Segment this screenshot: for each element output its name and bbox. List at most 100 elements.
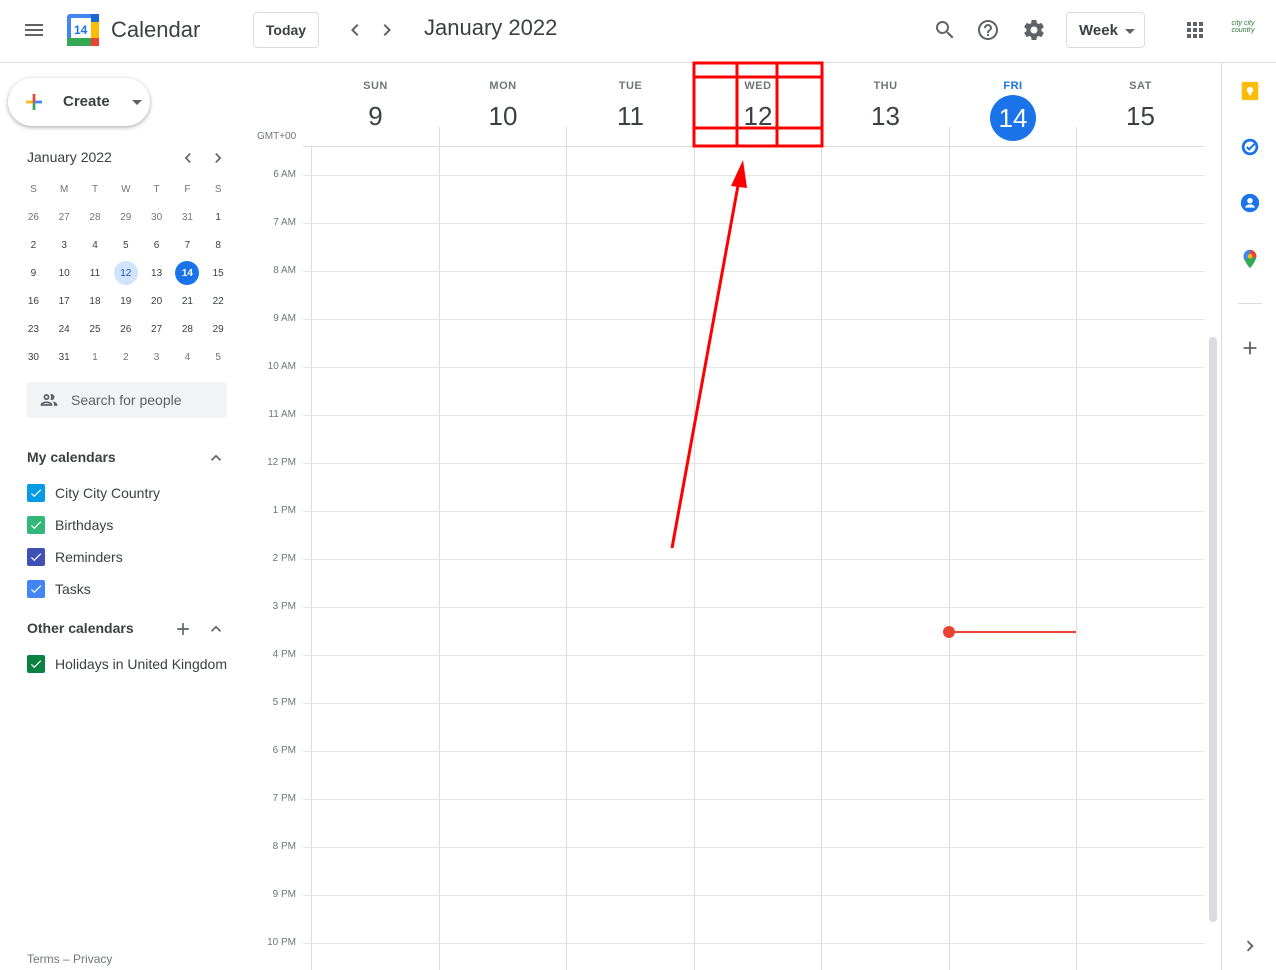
mini-day-cell[interactable]: 25: [80, 316, 111, 342]
calendar-item[interactable]: Holidays in United Kingdom: [27, 652, 237, 676]
mini-day-cell[interactable]: 8: [203, 232, 234, 258]
mini-day-cell[interactable]: 1: [80, 344, 111, 370]
mini-day-cell[interactable]: 15: [203, 260, 234, 286]
view-select[interactable]: Week: [1066, 12, 1145, 48]
main-menu-icon[interactable]: [14, 10, 54, 50]
mini-day-cell[interactable]: 11: [80, 260, 111, 286]
mini-day-cell[interactable]: 23: [18, 316, 49, 342]
mini-day-cell[interactable]: 5: [203, 344, 234, 370]
mini-day-cell[interactable]: 31: [172, 204, 203, 230]
mini-day-cell[interactable]: 3: [49, 232, 80, 258]
mini-day-cell[interactable]: 29: [203, 316, 234, 342]
settings-icon[interactable]: [1014, 10, 1054, 50]
tasks-icon[interactable]: [1238, 135, 1262, 159]
mini-day-cell[interactable]: 5: [110, 232, 141, 258]
mini-day-cell[interactable]: 29: [110, 204, 141, 230]
my-calendars-title[interactable]: My calendars: [27, 449, 116, 465]
calendar-item[interactable]: Birthdays: [27, 513, 237, 537]
contacts-icon[interactable]: [1238, 191, 1262, 215]
mini-day-cell[interactable]: 26: [110, 316, 141, 342]
add-calendar-icon[interactable]: [171, 617, 195, 641]
mini-day-cell[interactable]: 19: [110, 288, 141, 314]
search-icon[interactable]: [925, 10, 965, 50]
chevron-up-icon[interactable]: [204, 617, 228, 641]
mini-day-cell[interactable]: 12: [110, 260, 141, 286]
create-button[interactable]: Create: [8, 78, 150, 126]
help-icon[interactable]: [968, 10, 1008, 50]
scrollbar-thumb[interactable]: [1209, 337, 1217, 922]
day-column-header[interactable]: TUE 11: [567, 63, 694, 147]
add-icon[interactable]: [1238, 336, 1262, 360]
day-number[interactable]: 12: [744, 101, 773, 131]
checkbox-checked-icon[interactable]: [27, 516, 45, 534]
app-title[interactable]: Calendar: [111, 17, 200, 43]
day-of-week-label: FRI: [1003, 80, 1023, 92]
mini-day-number: 3: [153, 351, 160, 363]
day-number[interactable]: 15: [1126, 101, 1155, 131]
mini-day-cell[interactable]: 4: [172, 344, 203, 370]
mini-day-cell[interactable]: 18: [80, 288, 111, 314]
day-column-header[interactable]: MON 10: [440, 63, 567, 147]
calendar-item[interactable]: Reminders: [27, 545, 237, 569]
chevron-up-icon[interactable]: [204, 446, 228, 470]
mini-day-cell[interactable]: 2: [110, 344, 141, 370]
mini-day-cell[interactable]: 17: [49, 288, 80, 314]
day-column-divider: [566, 127, 567, 970]
mini-day-number: 24: [58, 323, 70, 335]
mini-day-cell[interactable]: 13: [141, 260, 172, 286]
other-calendars-title[interactable]: Other calendars: [27, 620, 134, 636]
day-number[interactable]: 9: [368, 101, 382, 131]
mini-day-cell[interactable]: 27: [141, 316, 172, 342]
mini-day-cell[interactable]: 20: [141, 288, 172, 314]
day-column-header[interactable]: SUN 9: [312, 63, 439, 147]
mini-day-cell[interactable]: 7: [172, 232, 203, 258]
day-column-header[interactable]: SAT 15: [1077, 63, 1204, 147]
chevron-right-icon[interactable]: [367, 10, 407, 50]
checkbox-checked-icon[interactable]: [27, 580, 45, 598]
mini-day-cell[interactable]: 30: [18, 344, 49, 370]
search-people-input[interactable]: Search for people: [27, 382, 227, 418]
today-button[interactable]: Today: [253, 12, 319, 48]
mini-day-cell[interactable]: 27: [49, 204, 80, 230]
day-column-header[interactable]: THU 13: [822, 63, 949, 147]
day-column-header[interactable]: WED 12: [695, 63, 822, 147]
calendar-item[interactable]: Tasks: [27, 577, 237, 601]
day-column-header[interactable]: FRI 14: [950, 63, 1077, 147]
mini-next-month-icon[interactable]: [205, 145, 231, 171]
mini-day-cell[interactable]: 2: [18, 232, 49, 258]
maps-icon[interactable]: [1238, 247, 1262, 271]
apps-grid-icon[interactable]: [1175, 10, 1215, 50]
privacy-link[interactable]: Privacy: [73, 952, 112, 966]
day-number[interactable]: 13: [871, 101, 900, 131]
account-avatar[interactable]: city city country: [1228, 20, 1258, 40]
mini-day-cell[interactable]: 24: [49, 316, 80, 342]
keep-icon[interactable]: [1238, 79, 1262, 103]
calendar-item[interactable]: City City Country: [27, 481, 237, 505]
mini-day-cell[interactable]: 21: [172, 288, 203, 314]
mini-day-cell[interactable]: 22: [203, 288, 234, 314]
checkbox-checked-icon[interactable]: [27, 484, 45, 502]
terms-link[interactable]: Terms: [27, 952, 60, 966]
mini-day-number: 5: [215, 351, 221, 363]
mini-day-cell[interactable]: 1: [203, 204, 234, 230]
checkbox-checked-icon[interactable]: [27, 655, 45, 673]
mini-day-cell[interactable]: 30: [141, 204, 172, 230]
day-number[interactable]: 14: [990, 95, 1036, 141]
mini-day-number: 29: [212, 323, 224, 335]
mini-day-cell[interactable]: 28: [172, 316, 203, 342]
mini-day-cell[interactable]: 31: [49, 344, 80, 370]
mini-prev-month-icon[interactable]: [175, 145, 201, 171]
mini-day-cell[interactable]: 10: [49, 260, 80, 286]
mini-day-cell[interactable]: 16: [18, 288, 49, 314]
checkbox-checked-icon[interactable]: [27, 548, 45, 566]
mini-day-cell[interactable]: 3: [141, 344, 172, 370]
mini-day-cell[interactable]: 4: [80, 232, 111, 258]
mini-day-cell[interactable]: 28: [80, 204, 111, 230]
day-number[interactable]: 11: [617, 101, 644, 131]
day-number[interactable]: 10: [489, 101, 518, 131]
mini-day-cell[interactable]: 9: [18, 260, 49, 286]
mini-day-cell[interactable]: 14: [172, 260, 203, 286]
mini-day-cell[interactable]: 6: [141, 232, 172, 258]
expand-panel-icon[interactable]: [1238, 934, 1262, 958]
mini-day-cell[interactable]: 26: [18, 204, 49, 230]
